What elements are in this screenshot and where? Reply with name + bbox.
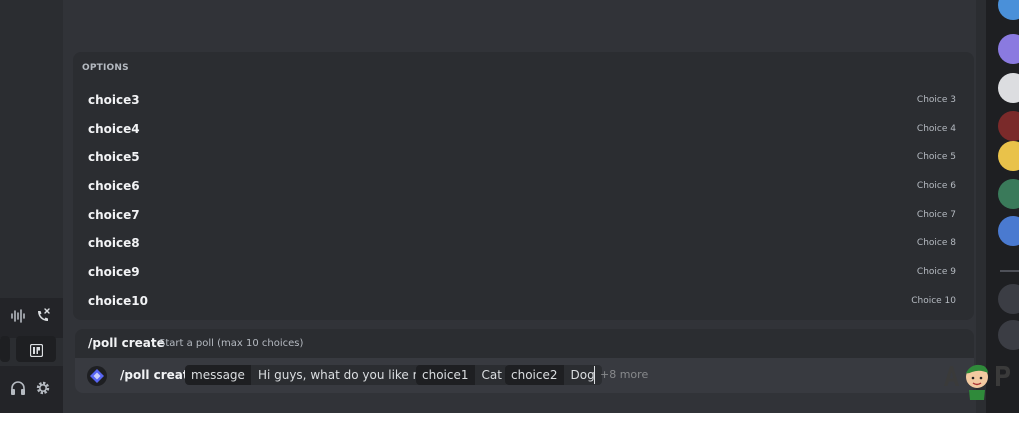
command-name: /poll create [88,336,165,350]
guild-icon[interactable] [998,34,1019,64]
option-item-choice9[interactable]: choice9 Choice 9 [79,258,968,286]
option-description: Choice 6 [916,181,956,191]
activity-icon [29,342,44,361]
watermark-logo [942,360,1019,400]
page-bottom-strip [0,413,1019,423]
param-name: choice2 [505,365,564,385]
option-description: Choice 4 [916,124,956,134]
option-name: choice3 [88,93,140,107]
gear-icon[interactable] [35,380,51,400]
option-description: Choice 9 [916,267,956,277]
option-item-choice3[interactable]: choice3 Choice 3 [79,86,968,114]
text-caret [594,366,595,384]
guild-icon[interactable] [998,141,1019,171]
param-choice2[interactable]: choice2 Dog [505,365,602,385]
option-name: choice7 [88,208,140,222]
disconnect-call-icon[interactable] [35,308,51,328]
option-description: Choice 3 [916,95,956,105]
guild-icon[interactable] [998,284,1019,314]
param-value: Dog [563,365,602,385]
option-item-choice4[interactable]: choice4 Choice 4 [79,115,968,143]
option-name: choice9 [88,265,140,279]
param-message[interactable]: message Hi guys, what do you like more [185,365,451,385]
voice-connection-bar [0,298,63,338]
user-panel [0,366,63,413]
option-item-choice8[interactable]: choice8 Choice 8 [79,229,968,257]
option-description: Choice 5 [916,152,956,162]
activity-button[interactable] [16,336,56,362]
guild-icon[interactable] [998,111,1019,141]
option-name: choice6 [88,179,140,193]
param-choice1[interactable]: choice1 Cat [416,365,509,385]
bot-avatar-icon [87,366,107,386]
more-params-hint: +8 more [600,368,649,381]
options-autocomplete-panel: OPTIONS choice3 Choice 3 choice4 Choice … [73,52,974,320]
message-input[interactable]: /poll create message Hi guys, what do yo… [75,358,974,393]
command-info-bar: /poll create Start a poll (max 10 choice… [75,329,974,359]
channel-sidebar [0,0,63,413]
guild-icon[interactable] [998,0,1019,20]
guild-icon[interactable] [998,216,1019,246]
option-description: Choice 8 [916,238,956,248]
param-name: message [185,365,251,385]
option-item-choice7[interactable]: choice7 Choice 7 [79,201,968,229]
option-item-choice6[interactable]: choice6 Choice 6 [79,172,968,200]
soundboard-icon[interactable] [11,308,25,328]
headphones-icon[interactable] [10,380,26,400]
option-description: Choice 7 [916,210,956,220]
option-name: choice8 [88,236,140,250]
options-header: OPTIONS [82,63,129,73]
option-name: choice4 [88,122,140,136]
guild-icon[interactable] [998,73,1019,103]
option-item-choice10[interactable]: choice10 Choice 10 [79,287,968,315]
chat-scrollbar-area [976,0,986,413]
option-name: choice10 [88,294,148,308]
guild-icon[interactable] [998,179,1019,209]
option-description: Choice 10 [911,296,956,306]
option-item-choice5[interactable]: choice5 Choice 5 [79,143,968,171]
member-rail [986,0,1019,413]
param-value: Cat [474,365,509,385]
rail-divider [1000,270,1019,272]
discord-window: OPTIONS choice3 Choice 3 choice4 Choice … [0,0,1019,413]
param-name: choice1 [416,365,475,385]
video-button[interactable] [0,336,10,362]
command-description: Start a poll (max 10 choices) [159,338,304,349]
option-name: choice5 [88,150,140,164]
guild-icon[interactable] [998,320,1019,350]
